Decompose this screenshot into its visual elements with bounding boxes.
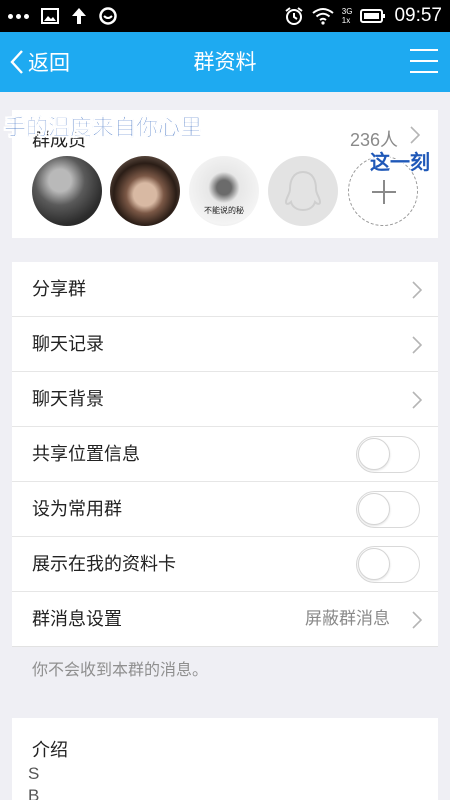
row-label: 共享位置信息	[32, 444, 140, 465]
message-settings-value: 屏蔽群消息	[305, 609, 390, 629]
group-intro-card[interactable]: 介绍 S B	[12, 718, 438, 800]
show-on-profile-toggle[interactable]	[356, 546, 420, 583]
back-label: 返回	[28, 51, 70, 75]
intro-text-line: B	[28, 786, 40, 800]
chevron-right-icon	[410, 126, 420, 144]
row-label: 展示在我的资料卡	[32, 554, 176, 575]
chat-background-row[interactable]: 聊天背景	[12, 372, 438, 427]
chevron-right-icon	[412, 611, 422, 629]
message-settings-note: 你不会收到本群的消息。	[32, 660, 209, 679]
app-icon	[99, 7, 117, 25]
toggle-knob	[358, 493, 390, 525]
more-dots-icon	[8, 13, 29, 19]
row-label: 设为常用群	[32, 499, 122, 520]
set-common-group-row: 设为常用群	[12, 482, 438, 537]
common-group-toggle[interactable]	[356, 491, 420, 528]
row-label: 聊天背景	[32, 389, 104, 410]
wifi-icon	[312, 8, 334, 25]
show-on-profile-row: 展示在我的资料卡	[12, 537, 438, 592]
chevron-right-icon	[412, 281, 422, 299]
chevron-right-icon	[412, 336, 422, 354]
penguin-icon	[284, 170, 322, 212]
chat-history-row[interactable]: 聊天记录	[12, 317, 438, 372]
member-avatar[interactable]	[110, 156, 180, 226]
member-avatar[interactable]: 不能说的秘	[189, 156, 259, 226]
member-avatar[interactable]	[32, 156, 102, 226]
image-icon	[41, 8, 59, 24]
share-location-toggle[interactable]	[356, 436, 420, 473]
alarm-icon	[285, 7, 303, 25]
overlay-caption: 这一刻	[370, 150, 430, 174]
status-time: 09:57	[394, 5, 442, 26]
battery-icon	[360, 9, 386, 23]
menu-icon[interactable]	[410, 49, 438, 75]
chevron-left-icon	[10, 50, 23, 74]
member-avatar-placeholder[interactable]	[268, 156, 338, 226]
message-settings-row[interactable]: 群消息设置 屏蔽群消息	[12, 592, 438, 647]
intro-title: 介绍	[32, 740, 68, 761]
chevron-right-icon	[412, 391, 422, 409]
toggle-knob	[358, 548, 390, 580]
back-button[interactable]: 返回	[10, 32, 70, 92]
network-indicator: 3G 1x	[341, 7, 353, 25]
nav-bar: 返回 群资料	[0, 32, 450, 92]
status-bar: 3G 1x 09:57	[0, 0, 450, 32]
avatar-caption: 不能说的秘	[204, 206, 244, 215]
settings-list: 分享群 聊天记录 聊天背景 共享位置信息 设为常用群 展示在我的资料卡 群消息设…	[12, 262, 438, 647]
upload-arrow-icon	[72, 8, 86, 24]
row-label: 聊天记录	[32, 334, 104, 355]
row-label: 群消息设置	[32, 609, 122, 630]
overlay-caption: 手的温度来自你心里	[4, 116, 203, 142]
toggle-knob	[358, 438, 390, 470]
share-location-row: 共享位置信息	[12, 427, 438, 482]
intro-text-line: S	[28, 764, 40, 783]
row-label: 分享群	[32, 279, 86, 300]
share-group-row[interactable]: 分享群	[12, 262, 438, 317]
